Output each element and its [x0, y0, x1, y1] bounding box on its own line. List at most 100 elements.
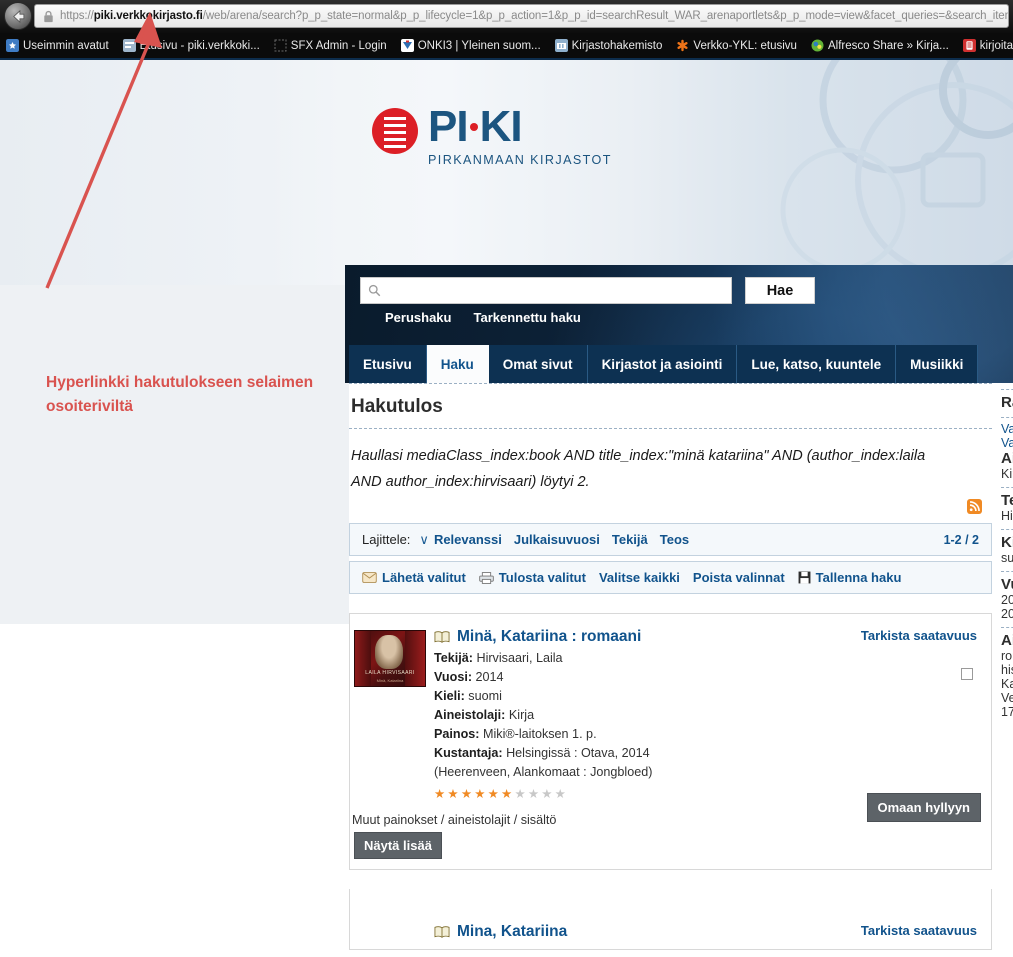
clear-selection-link[interactable]: Poista valinnat [693, 570, 785, 585]
facet-value-romaanit[interactable]: romaanit [1001, 649, 1013, 663]
check-availability-link-2[interactable]: Tarkista saatavuus [861, 923, 977, 938]
url-scheme: https:// [60, 10, 94, 22]
book-cover-thumbnail-1[interactable]: LAILA HIRVISAARI Minä, Katariina [354, 630, 426, 687]
back-arrow-icon[interactable] [4, 2, 32, 30]
chevron-down-icon: ∨ [419, 531, 429, 547]
print-selected-label: Tulosta valitut [498, 570, 586, 585]
bookmark-verkko-ykl[interactable]: Verkko-YKL: etusivu [676, 39, 797, 52]
printer-icon [479, 571, 494, 584]
meta-value: Kirja [508, 708, 535, 722]
save-search-link[interactable]: Tallenna haku [798, 570, 902, 585]
sort-option-relevanssi[interactable]: Relevanssi [434, 532, 502, 547]
facet-value-1700luku[interactable]: 1700-luku [1001, 705, 1013, 719]
meta-value: Hirvisaari, Laila [476, 651, 563, 665]
bookmark-label: SFX Admin - Login [290, 39, 387, 52]
floppy-disk-icon [798, 571, 811, 584]
facet-value-2013[interactable]: 2013 [1001, 607, 1013, 621]
nav-tab-lue-katso-kuuntele[interactable]: Lue, katso, kuuntele [737, 345, 897, 383]
content-area: Hakutulos Haullasi mediaClass_index:book… [349, 383, 1013, 957]
bookmark-alfresco-share[interactable]: Alfresco Share » Kirja... [811, 39, 949, 52]
search-mode-basic[interactable]: Perushaku [385, 310, 451, 325]
folder-star-icon [6, 39, 19, 52]
open-book-icon [434, 926, 450, 938]
sort-option-tekija[interactable]: Tekijä [612, 532, 648, 547]
meta-row-vuosi: Vuosi: 2014 [434, 668, 979, 687]
nav-tab-haku[interactable]: Haku [426, 345, 489, 383]
lock-icon [44, 10, 53, 22]
bookmarks-bar: Useimmin avatut Etusivu - piki.verkkoki.… [0, 33, 1013, 60]
sort-option-teos[interactable]: Teos [660, 532, 689, 547]
rss-icon[interactable] [967, 499, 982, 514]
result-title-link-2[interactable]: Mina, Katariina [457, 923, 567, 941]
meta-value: 2014 [475, 670, 504, 684]
facet-sidebar: Rajaa hakuasi Valitse Valitse Aineistola… [1001, 383, 1013, 957]
bookmark-label: kirjoita - piki.verkkokir [979, 39, 1013, 52]
alfresco-icon [811, 39, 824, 52]
result-range: 1-2 / 2 [943, 532, 979, 547]
browser-chrome: https://piki.verkkokirjasto.fi/web/arena… [0, 0, 1013, 60]
search-input[interactable] [386, 279, 716, 302]
bookmark-kirjoita-piki[interactable]: kirjoita - piki.verkkokir [962, 39, 1013, 52]
bookmark-useimmin-avatut[interactable]: Useimmin avatut [6, 39, 109, 52]
search-form: Hae [360, 277, 815, 304]
bookmark-label: Verkko-YKL: etusivu [693, 39, 797, 52]
bookmark-etusivu-piki[interactable]: Etusivu - piki.verkkoki... [122, 39, 260, 52]
facet-value-kirja[interactable]: Kirja [1001, 467, 1013, 481]
bookmark-label: Alfresco Share » Kirja... [827, 39, 949, 52]
show-more-button-1[interactable]: Näytä lisää [354, 832, 442, 859]
site-header: PI KI PIRKANMAAN KIRJASTOT [0, 60, 1013, 285]
add-to-shelf-button-1[interactable]: Omaan hyllyyn [866, 793, 981, 822]
annotation-label: Hyperlinkki hakutulokseen selaimen osoit… [46, 374, 314, 415]
meta-value: Miki®-laitoksen 1. p. [483, 727, 597, 741]
facet-heading-kieli: Kieli [1001, 534, 1013, 551]
sort-option-julkaisuvuosi[interactable]: Julkaisuvuosi [514, 532, 600, 547]
send-selected-link[interactable]: Lähetä valitut [362, 570, 466, 585]
logo-tagline: PIRKANMAAN KIRJASTOT [428, 153, 612, 167]
facet-value-katariina[interactable]: Katariina [1001, 677, 1013, 691]
bookmark-kirjastohakemisto[interactable]: Kirjastohakemisto [554, 39, 663, 52]
search-mode-advanced[interactable]: Tarkennettu haku [473, 310, 580, 325]
bookmark-label: Etusivu - piki.verkkoki... [139, 39, 260, 52]
piki-circle-logo-icon [372, 108, 418, 154]
bookmark-label: Useimmin avatut [23, 39, 109, 52]
main-navigation: Etusivu Haku Omat sivut Kirjastot ja asi… [349, 345, 979, 383]
select-all-link[interactable]: Valitse kaikki [599, 570, 680, 585]
nav-tab-kirjastot-ja-asiointi[interactable]: Kirjastot ja asiointi [587, 345, 738, 383]
facet-link-valitse-2[interactable]: Valitse [1001, 436, 1013, 450]
facet-value-2014[interactable]: 2014 [1001, 593, 1013, 607]
url-input[interactable]: https://piki.verkkokirjasto.fi/web/arena… [34, 4, 1009, 28]
nav-tab-musiikki[interactable]: Musiikki [896, 345, 979, 383]
envelope-icon [362, 572, 377, 583]
result-title-link-1[interactable]: Minä, Katariina : romaani [457, 628, 641, 646]
bookmark-label: Kirjastohakemisto [571, 39, 663, 52]
logo-word-part2: KI [479, 102, 523, 151]
meta-key: Painos: [434, 727, 480, 741]
blank-page-icon [274, 39, 287, 52]
rss-row [349, 495, 992, 521]
facet-heading-aineistolaji: Aineistolaji [1001, 450, 1013, 467]
facet-value-historia[interactable]: historia [1001, 663, 1013, 677]
nav-tab-omat-sivut[interactable]: Omat sivut [488, 345, 588, 383]
print-selected-link[interactable]: Tulosta valitut [479, 570, 586, 585]
search-submit-button[interactable]: Hae [745, 277, 815, 304]
nav-tab-etusivu[interactable]: Etusivu [349, 345, 427, 383]
result-select-checkbox-1[interactable] [961, 668, 973, 680]
meta-row-printer-extra: (Heerenveen, Alankomaat : Jongbloed) [434, 763, 979, 782]
check-availability-link-1[interactable]: Tarkista saatavuus [861, 628, 977, 643]
asterisk-icon [677, 39, 689, 52]
library-icon [554, 39, 568, 52]
result-tools-bar: Lähetä valitut Tulosta valitut Valitse k… [349, 561, 992, 594]
bookmark-label: ONKI3 | Yleinen suom... [417, 39, 541, 52]
facet-value-suomi[interactable]: suomi [1001, 551, 1013, 565]
bookmark-onki3[interactable]: ONKI3 | Yleinen suom... [400, 39, 541, 52]
meta-value: (Heerenveen, Alankomaat : Jongbloed) [434, 765, 653, 779]
search-input-wrapper[interactable] [360, 277, 732, 304]
facet-value-hirvisaari[interactable]: Hirvisaari [1001, 509, 1013, 523]
bookmark-sfx-admin-login[interactable]: SFX Admin - Login [274, 39, 387, 52]
site-logo[interactable]: PI KI PIRKANMAAN KIRJASTOT [372, 105, 612, 167]
meta-key: Kieli: [434, 689, 465, 703]
cover-author-text: LAILA HIRVISAARI [365, 670, 415, 676]
facet-link-valitse-1[interactable]: Valitse [1001, 422, 1013, 436]
save-search-label: Tallenna haku [815, 570, 902, 585]
facet-value-venaja[interactable]: Venäjä [1001, 691, 1013, 705]
